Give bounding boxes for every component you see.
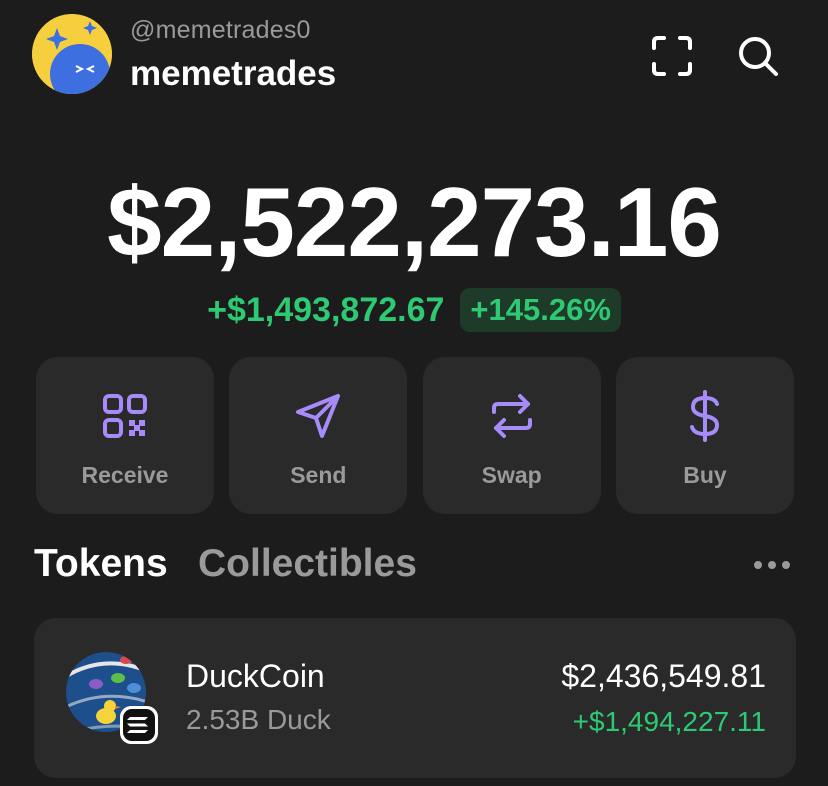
search-button[interactable] (734, 32, 782, 80)
duckcoin-logo-icon (64, 650, 160, 746)
tab-collectibles[interactable]: Collectibles (198, 542, 417, 586)
change-amount: +$1,493,872.67 (207, 290, 445, 329)
token-name: DuckCoin (186, 658, 325, 694)
token-value: $2,436,549.81 (561, 658, 766, 694)
buy-label: Buy (683, 462, 727, 488)
send-label: Send (290, 462, 347, 488)
token-change: +$1,494,227.11 (572, 706, 766, 737)
avatar-image (32, 14, 112, 94)
send-icon (292, 390, 344, 442)
wallet-screen: @memetrades0 memetrades $2,522,273.16 +$… (0, 0, 828, 786)
more-options-button[interactable] (748, 550, 796, 580)
receive-label: Receive (81, 462, 169, 488)
scan-button[interactable] (648, 32, 696, 80)
dollar-icon (679, 390, 731, 442)
search-icon (739, 37, 778, 76)
send-button[interactable]: Send (229, 357, 408, 514)
solana-icon (127, 717, 148, 733)
swap-icon (486, 390, 538, 442)
token-row-duckcoin[interactable]: DuckCoin 2.53B Duck $2,436,549.81 +$1,49… (34, 618, 796, 778)
change-percent-badge: +145.26% (460, 288, 621, 332)
receive-button[interactable]: Receive (36, 357, 214, 514)
total-balance: $2,522,273.16 (107, 167, 722, 277)
action-bar: Receive Send Swap Buy (36, 357, 794, 514)
tab-tokens[interactable]: Tokens (34, 542, 168, 586)
token-amount: 2.53B Duck (186, 704, 331, 735)
account-handle: @memetrades0 (130, 16, 311, 44)
balance-change: +$1,493,872.67 +145.26% (0, 288, 828, 332)
buy-button[interactable]: Buy (615, 357, 794, 514)
more-dots-icon (754, 561, 790, 569)
account-name[interactable]: memetrades (130, 54, 336, 94)
scan-icon (652, 36, 692, 76)
qr-code-icon (99, 390, 151, 442)
avatar[interactable] (32, 14, 112, 94)
swap-label: Swap (481, 462, 542, 488)
swap-button[interactable]: Swap (422, 357, 601, 514)
